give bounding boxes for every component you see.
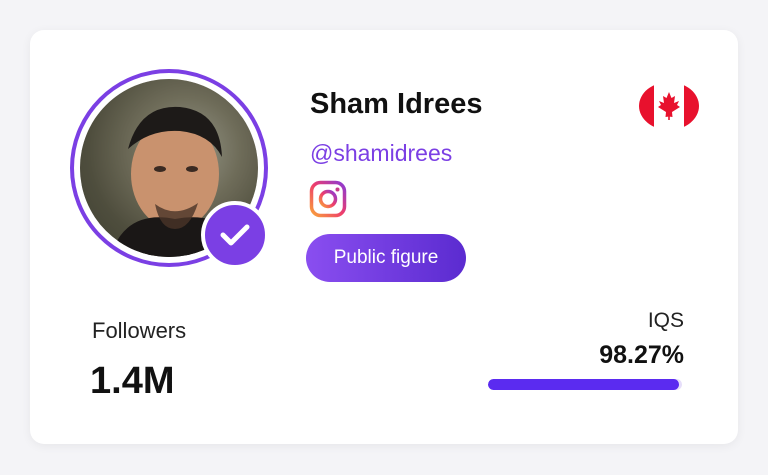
followers-label: Followers xyxy=(92,318,187,343)
canada-flag-icon xyxy=(639,82,699,130)
check-icon xyxy=(220,224,250,246)
instagram-icon[interactable] xyxy=(309,180,347,218)
iqs-progress-bar xyxy=(488,379,682,390)
category-badge[interactable]: Public figure xyxy=(306,234,466,282)
verified-badge xyxy=(201,201,269,269)
influencer-card: Sham Idrees @shamidrees Public figure Fo… xyxy=(30,30,738,444)
followers-value: 1.4M xyxy=(90,360,175,402)
iqs-label: IQS xyxy=(647,309,684,332)
profile-handle[interactable]: @shamidrees xyxy=(310,140,452,167)
iqs-progress-fill xyxy=(488,379,679,390)
iqs-value: 98.27% xyxy=(599,341,684,369)
profile-name: Sham Idrees xyxy=(310,88,483,120)
